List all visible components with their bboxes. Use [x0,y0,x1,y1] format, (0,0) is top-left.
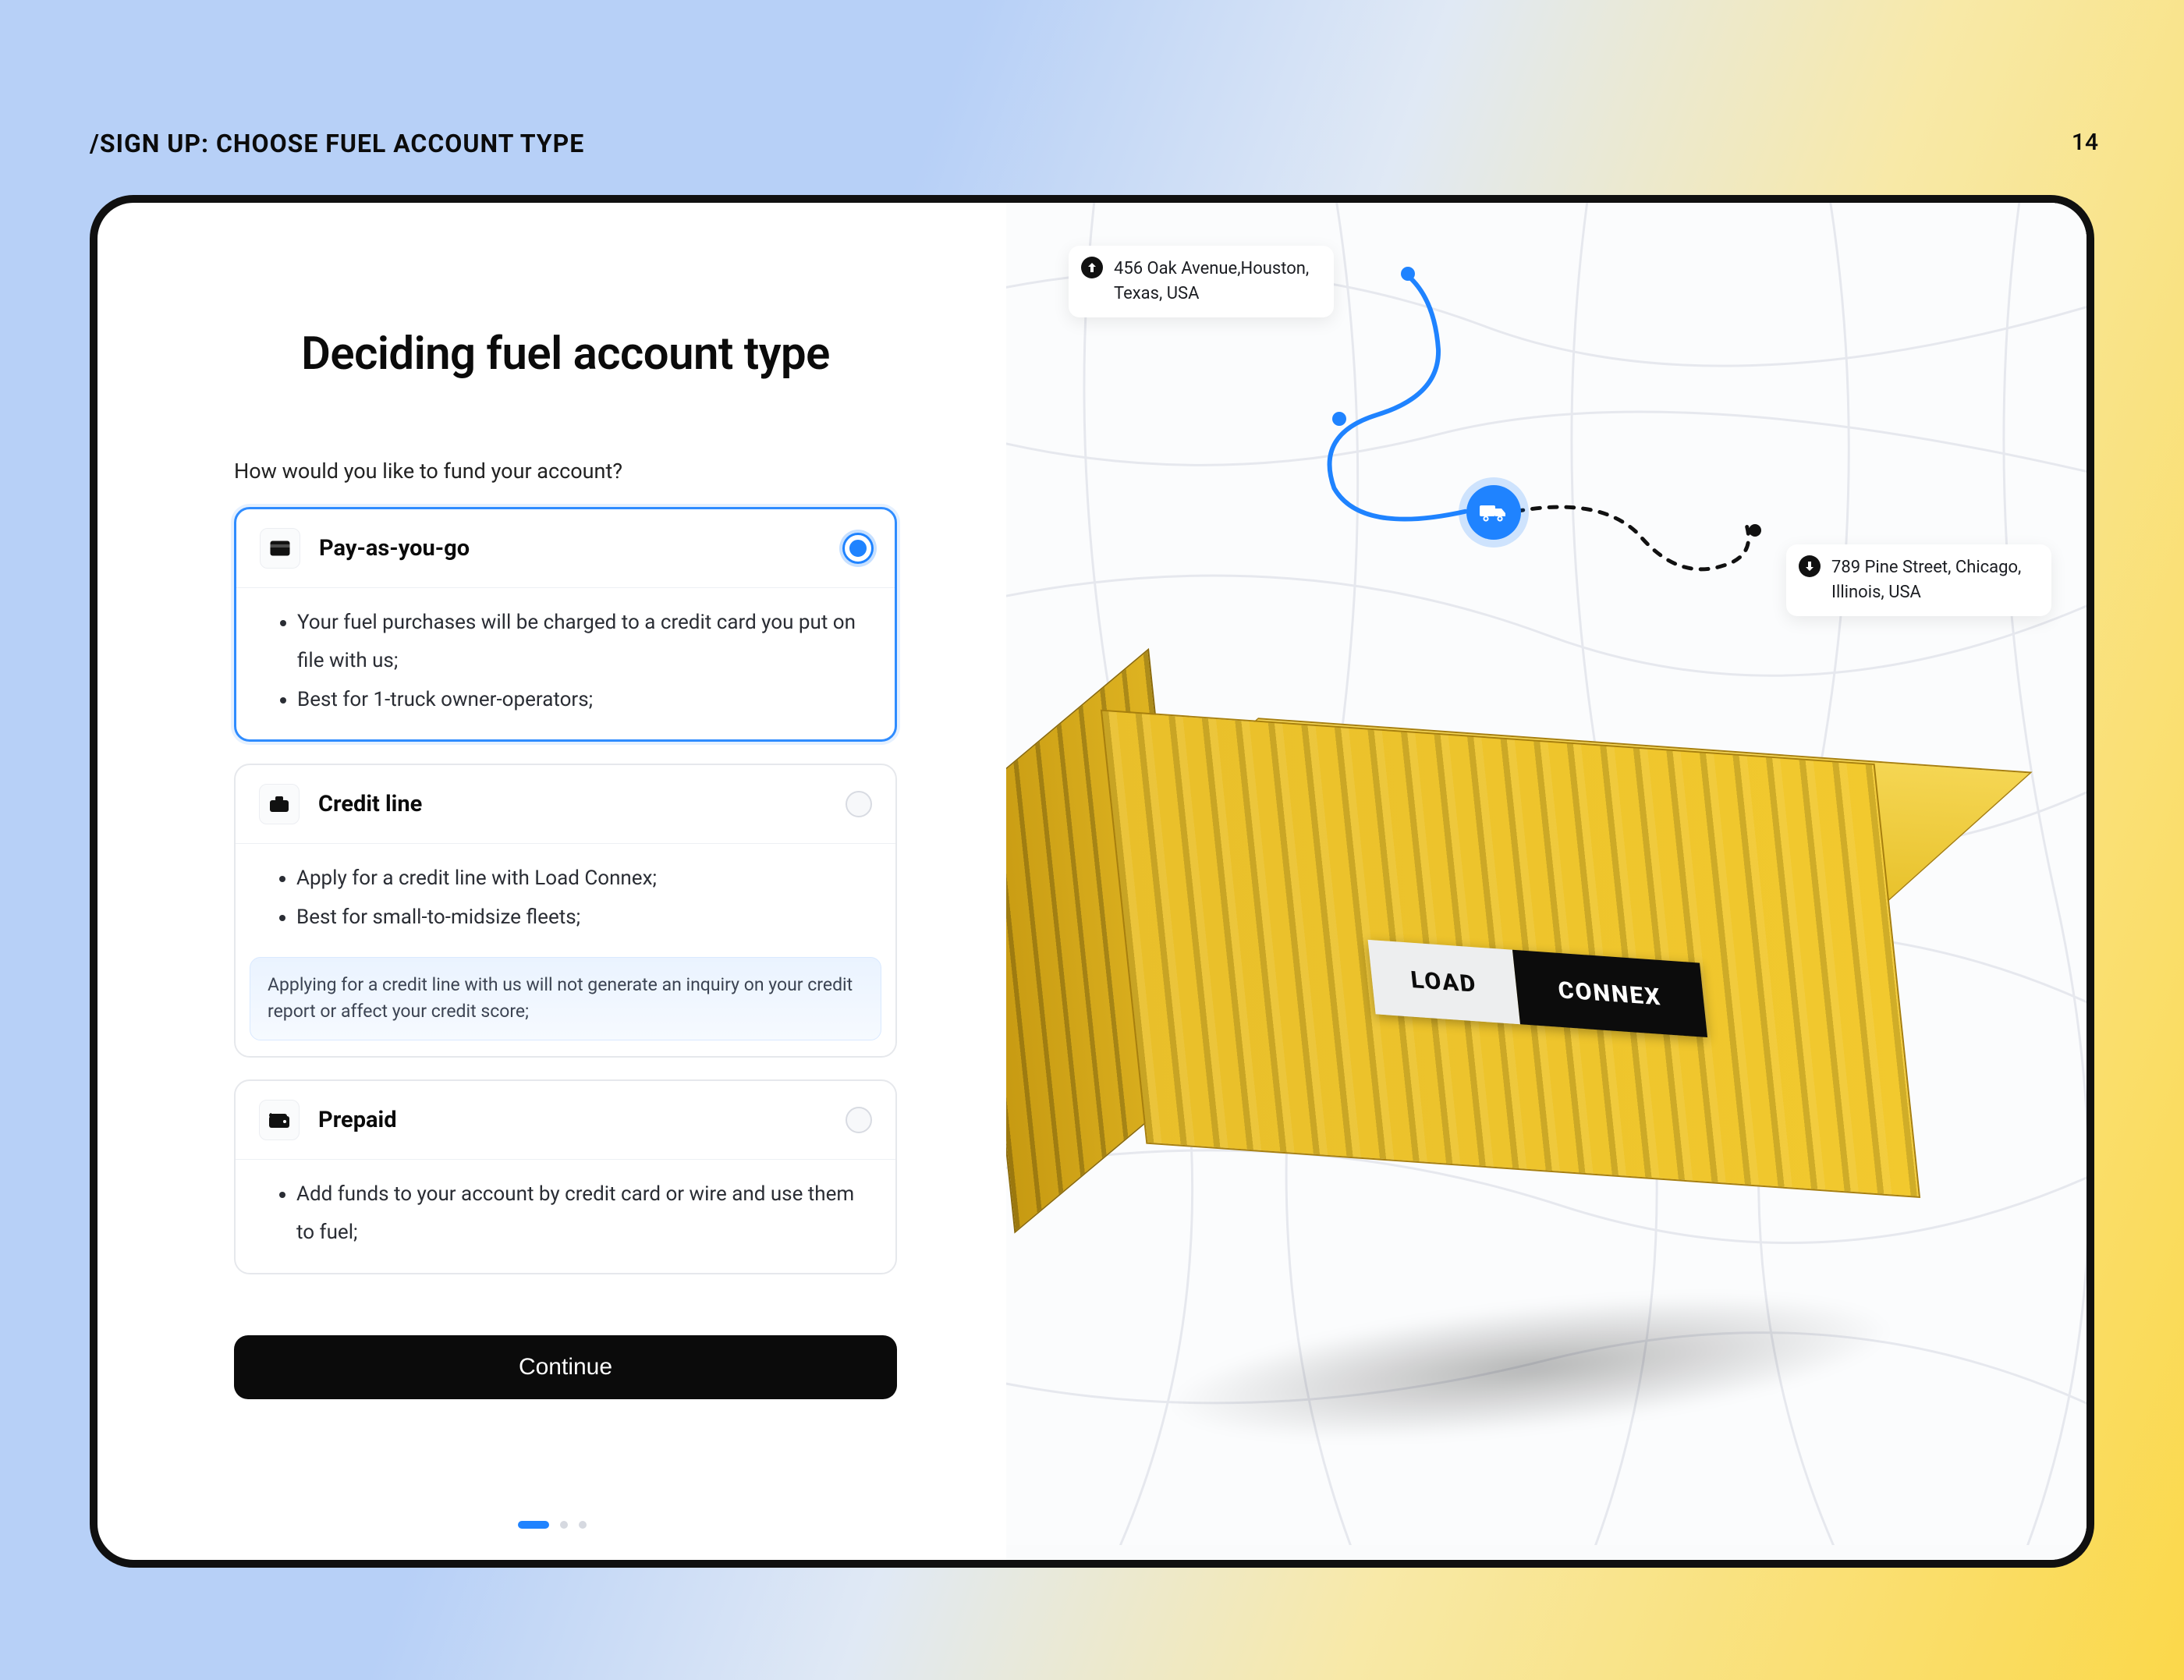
page-title: Deciding fuel account type [234,328,897,381]
option-body: Add funds to your account by credit card… [236,1159,895,1273]
option-header[interactable]: Prepaid [236,1081,895,1159]
wallet-icon [259,1100,300,1140]
pager-dot-active[interactable] [518,1521,549,1529]
option-pay-as-you-go[interactable]: Pay-as-you-go Your fuel purchases will b… [234,507,897,742]
pager [98,1521,1006,1529]
option-bullet: Best for 1-truck owner-operators; [297,681,871,719]
option-header[interactable]: Credit line [236,765,895,843]
option-bullet: Add funds to your account by credit card… [296,1175,872,1253]
slide-title: /SIGN UP: CHOOSE FUEL ACCOUNT TYPE [90,129,584,158]
slide-number: 14 [2072,129,2098,156]
pager-dot[interactable] [579,1521,587,1529]
route-origin-dot [1401,267,1415,281]
device-frame: Deciding fuel account type How would you… [90,195,2094,1568]
radio-unselected-icon[interactable] [846,791,872,817]
brand-logo-right: CONNEX [1512,950,1708,1037]
option-title: Pay-as-you-go [319,535,826,562]
arrow-down-icon [1799,555,1821,577]
option-title: Credit line [318,791,827,817]
radio-unselected-icon[interactable] [846,1107,872,1133]
illustration-panel: 456 Oak Avenue,Houston, Texas, USA 789 P… [1006,203,2086,1560]
option-body: Apply for a credit line with Load Connex… [236,843,895,957]
origin-address-chip: 456 Oak Avenue,Houston, Texas, USA [1069,246,1334,317]
arrow-up-icon [1081,257,1103,278]
option-body: Your fuel purchases will be charged to a… [236,587,895,739]
continue-button[interactable]: Continue [234,1335,897,1399]
option-bullet: Your fuel purchases will be charged to a… [297,604,871,681]
truck-icon [1480,502,1508,523]
option-prepaid[interactable]: Prepaid Add funds to your account by cre… [234,1079,897,1274]
pager-dot[interactable] [560,1521,568,1529]
option-bullet: Apply for a credit line with Load Connex… [296,859,872,898]
question-label: How would you like to fund your account? [234,459,897,484]
origin-address-text: 456 Oak Avenue,Houston, Texas, USA [1114,257,1317,307]
option-bullet: Best for small-to-midsize fleets; [296,898,872,937]
credit-notice: Applying for a credit line with us will … [250,957,881,1040]
option-header[interactable]: Pay-as-you-go [236,509,895,587]
brand-logo-left: LOAD [1368,940,1520,1024]
option-credit-line[interactable]: Credit line Apply for a credit line with… [234,764,897,1058]
shipping-container-illustration: LOAD CONNEX [1006,587,2014,1378]
credit-card-icon [260,528,300,569]
route-waypoint-dot [1332,412,1346,426]
briefcase-icon [259,784,300,824]
radio-selected-icon[interactable] [845,535,871,562]
option-title: Prepaid [318,1107,827,1133]
form-panel: Deciding fuel account type How would you… [98,203,1006,1560]
truck-marker [1466,485,1521,540]
route-destination-dot [1749,524,1761,537]
